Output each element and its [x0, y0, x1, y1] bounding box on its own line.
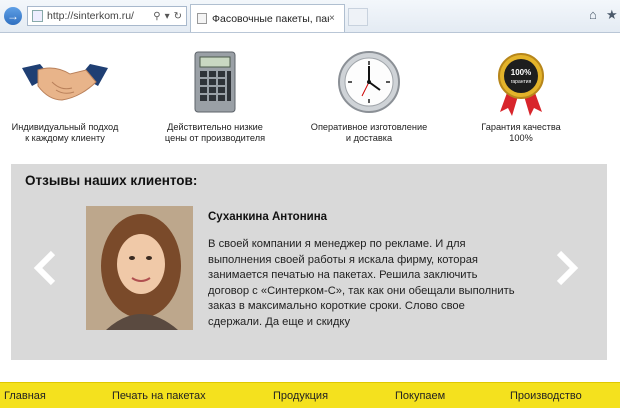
menu-item-home[interactable]: Главная [4, 390, 46, 402]
search-icon[interactable]: ⚲ [153, 11, 160, 22]
feature-caption: Индивидуальный подход к каждому клиенту [11, 122, 119, 143]
arrow-icon: → [7, 9, 19, 23]
reviews-title: Отзывы наших клиентов: [25, 173, 198, 188]
feature-caption: Оперативное изготовление и доставка [310, 122, 428, 143]
favicon-icon [197, 13, 207, 24]
badge-top-text: 100% [511, 68, 531, 77]
dropdown-icon[interactable]: ▾ [165, 11, 170, 22]
review-text: В своей компании я менеджер по рекламе. … [208, 238, 515, 328]
clock-icon [304, 46, 434, 116]
forward-button[interactable]: → [4, 7, 22, 25]
home-icon[interactable]: ⌂ [589, 7, 597, 22]
calculator-icon [150, 46, 280, 116]
feature-prices: Действительно низкие цены от производите… [150, 46, 280, 144]
feature-caption: Гарантия качества 100% [481, 122, 561, 143]
menu-item-products[interactable]: Продукция [273, 390, 328, 402]
prev-arrow-icon[interactable] [33, 250, 57, 286]
page-icon [32, 10, 43, 22]
menu-item-buying[interactable]: Покупаем [395, 390, 445, 402]
feature-caption: Действительно низкие цены от производите… [164, 122, 266, 143]
tab-title: Фасовочные пакеты, пакет… [212, 12, 329, 25]
feature-individual: Индивидуальный подход к каждому клиенту [0, 46, 130, 144]
star-icon[interactable]: ★ [606, 7, 618, 23]
tab-active[interactable]: Фасовочные пакеты, пакет… × [190, 4, 345, 32]
menu-item-production[interactable]: Производство [510, 390, 582, 402]
feature-fast: Оперативное изготовление и доставка [304, 46, 434, 144]
address-bar[interactable]: http://sinterkom.ru/ ⚲ ▾ ↻ [27, 6, 187, 26]
browser-toolbar: → http://sinterkom.ru/ ⚲ ▾ ↻ Фасовочные … [0, 0, 620, 33]
next-arrow-icon[interactable] [555, 250, 579, 286]
refresh-icon[interactable]: ↻ [174, 11, 182, 22]
quality-badge-icon: 100% гарантия [456, 46, 586, 116]
reviewer-name: Суханкина Антонина [208, 211, 328, 223]
reviews-section: Отзывы наших клиентов: Суханкина Антонин… [11, 164, 607, 360]
close-icon[interactable]: × [329, 13, 341, 24]
handshake-icon [0, 46, 130, 116]
main-menu: Главная Печать на пакетах Продукция Поку… [0, 382, 620, 408]
url-text: http://sinterkom.ru/ [47, 10, 134, 22]
new-tab-button[interactable] [348, 8, 368, 26]
feature-quality: 100% гарантия Гарантия качества 100% [456, 46, 586, 144]
badge-bottom-text: гарантия [511, 79, 532, 85]
menu-item-bag-printing[interactable]: Печать на пакетах [112, 390, 206, 402]
reviewer-photo [86, 206, 193, 330]
